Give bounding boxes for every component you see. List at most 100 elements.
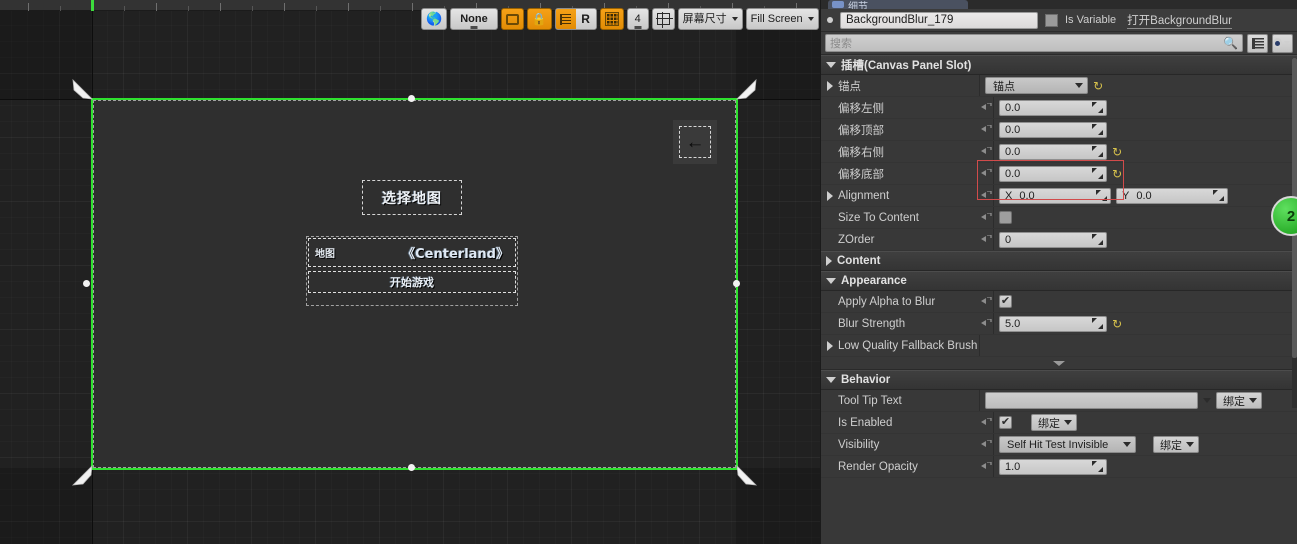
size-to-content-checkbox[interactable] [999, 211, 1012, 224]
bind-pin-icon[interactable] [979, 147, 993, 156]
anchor-handle-top-right[interactable] [736, 78, 758, 100]
render-opacity-value-cell[interactable]: 1.0 [993, 456, 1297, 477]
spinner-icon[interactable] [1092, 102, 1103, 113]
offset-bottom-value-cell[interactable]: 0.0 ↺ [993, 163, 1297, 184]
is-enabled-checkbox[interactable]: ✔ [999, 416, 1012, 429]
screen-size-dropdown[interactable]: 屏幕尺寸 [677, 8, 743, 30]
offset-right-value-cell[interactable]: 0.0 ↺ [993, 141, 1297, 162]
view-options-list-button[interactable] [1247, 33, 1268, 53]
alignment-x-input[interactable]: X 0.0 [999, 187, 1111, 204]
bind-pin-icon[interactable] [979, 125, 993, 134]
prop-row-offset-right[interactable]: 偏移右侧 0.0 ↺ [821, 141, 1297, 163]
details-panel[interactable]: 细节 BackgroundBlur_179 Is Variable 打开Back… [820, 0, 1297, 544]
chevron-right-icon[interactable] [827, 190, 833, 201]
bind-pin-icon[interactable] [979, 462, 993, 471]
open-widget-link[interactable]: 打开BackgroundBlur [1127, 12, 1232, 29]
search-input[interactable]: 搜索 🔍 [825, 34, 1243, 52]
fill-toggle-button[interactable] [500, 8, 524, 30]
prop-row-render-opacity[interactable]: Render Opacity 1.0 [821, 456, 1297, 478]
bind-pin-icon[interactable] [979, 440, 993, 449]
section-collapse-arrow[interactable] [821, 357, 1297, 370]
fill-screen-dropdown[interactable]: Fill Screen [745, 8, 819, 30]
anchors-value-cell[interactable]: 锚点 ↺ [979, 75, 1297, 96]
resize-handle-bottom-center[interactable] [408, 464, 415, 471]
prop-row-is-enabled[interactable]: Is Enabled ✔ 绑定 [821, 412, 1297, 434]
zorder-value-cell[interactable]: 0 [993, 229, 1297, 250]
bind-pin-icon[interactable] [979, 169, 993, 178]
prop-row-low-quality-brush[interactable]: Low Quality Fallback Brush [821, 335, 1297, 357]
section-header-behavior[interactable]: Behavior [821, 370, 1297, 390]
visibility-dropdown[interactable]: Self Hit Test Invisible [999, 436, 1136, 453]
chevron-right-icon[interactable] [827, 340, 833, 351]
prop-row-offset-top[interactable]: 偏移顶部 0.0 [821, 119, 1297, 141]
widget-map-row[interactable]: 地图 《Centerland》 [308, 238, 516, 267]
text-wrap-toggle-group[interactable]: R [554, 8, 597, 30]
alignment-y-input[interactable]: Y 0.0 [1116, 187, 1228, 204]
offset-left-input[interactable]: 0.0 [999, 99, 1107, 116]
details-search-row[interactable]: 搜索 🔍 [821, 32, 1297, 55]
details-tab-strip[interactable]: 细节 [821, 0, 1297, 9]
chevron-down-icon[interactable] [1203, 398, 1211, 403]
spinner-icon[interactable] [1092, 146, 1103, 157]
is-enabled-value-cell[interactable]: ✔ 绑定 [993, 412, 1297, 433]
bind-pin-icon[interactable] [979, 235, 993, 244]
spinner-icon[interactable] [1213, 190, 1224, 201]
bind-pin-icon[interactable] [979, 191, 993, 200]
zorder-input[interactable]: 0 [999, 231, 1107, 248]
tab-details[interactable]: 细节 [828, 0, 968, 9]
reset-offset-bottom-button[interactable]: ↺ [1112, 167, 1122, 181]
visibility-value-cell[interactable]: Self Hit Test Invisible 绑定 [993, 434, 1297, 455]
bind-pin-icon[interactable] [979, 297, 993, 306]
prop-row-blur-strength[interactable]: Blur Strength 5.0 ↺ [821, 313, 1297, 335]
blur-strength-value-cell[interactable]: 5.0 ↺ [993, 313, 1297, 334]
viewport-toolbar[interactable]: 🌎 None 🔒 R 4 屏幕尺寸 Fill Screen [421, 7, 819, 31]
spinner-icon[interactable] [1092, 234, 1103, 245]
section-header-content[interactable]: Content [821, 251, 1297, 271]
prop-row-alignment[interactable]: Alignment X 0.0 Y 0.0 [821, 185, 1297, 207]
offset-bottom-input[interactable]: 0.0 [999, 165, 1107, 182]
reset-offset-right-button[interactable]: ↺ [1112, 145, 1122, 159]
bind-pin-icon[interactable] [979, 319, 993, 328]
apply-alpha-value-cell[interactable]: ✔ [993, 291, 1297, 312]
bind-pin-icon[interactable] [979, 418, 993, 427]
section-header-slot[interactable]: 插槽(Canvas Panel Slot) [821, 55, 1297, 75]
spinner-icon[interactable] [1092, 318, 1103, 329]
preview-none-button[interactable]: None [450, 8, 498, 30]
localization-preview-button[interactable]: 🌎 [421, 8, 448, 30]
anchor-handle-top-left[interactable] [71, 78, 93, 100]
spinner-icon[interactable] [1092, 168, 1103, 179]
designer-viewport[interactable]: 选择地图 地图 《Centerland》 开始游戏 ← 🌎 None 🔒 R 4… [0, 0, 820, 544]
apply-alpha-checkbox[interactable]: ✔ [999, 295, 1012, 308]
spinner-icon[interactable] [1096, 190, 1107, 201]
size-to-content-value-cell[interactable] [993, 207, 1297, 228]
section-header-appearance[interactable]: Appearance [821, 271, 1297, 291]
tooltip-text-input[interactable] [985, 392, 1198, 409]
widget-start-button[interactable]: 开始游戏 [308, 271, 516, 293]
prop-row-zorder[interactable]: ZOrder 0 [821, 229, 1297, 251]
prop-row-offset-bottom[interactable]: 偏移底部 0.0 ↺ [821, 163, 1297, 185]
tooltip-value-cell[interactable]: 绑定 [979, 390, 1297, 411]
resize-handle-top-center[interactable] [408, 95, 415, 102]
resize-handle-left-center[interactable] [83, 280, 90, 287]
bind-pin-icon[interactable] [979, 213, 993, 222]
prop-row-tooltip-text[interactable]: Tool Tip Text 绑定 [821, 390, 1297, 412]
offset-left-value-cell[interactable]: 0.0 [993, 97, 1297, 118]
is-variable-checkbox[interactable] [1045, 13, 1058, 27]
spinner-icon[interactable] [1092, 461, 1103, 472]
anchors-dropdown[interactable]: 锚点 [985, 77, 1088, 94]
prop-row-visibility[interactable]: Visibility Self Hit Test Invisible 绑定 [821, 434, 1297, 456]
offset-top-input[interactable]: 0.0 [999, 121, 1107, 138]
widget-title-block[interactable]: 选择地图 [362, 180, 462, 215]
prop-row-apply-alpha[interactable]: Apply Alpha to Blur ✔ [821, 291, 1297, 313]
grid-snap-button[interactable] [599, 8, 624, 30]
bind-pin-icon[interactable] [979, 103, 993, 112]
chevron-right-icon[interactable] [827, 80, 833, 91]
reset-anchors-button[interactable]: ↺ [1093, 79, 1103, 93]
rtl-toggle-label[interactable]: R [575, 9, 596, 29]
visibility-filter-dropdown[interactable] [1272, 33, 1293, 53]
prop-row-anchors[interactable]: 锚点 锚点 ↺ [821, 75, 1297, 97]
visibility-bind-button[interactable]: 绑定 [1153, 436, 1199, 453]
render-opacity-input[interactable]: 1.0 [999, 458, 1107, 475]
tooltip-bind-button[interactable]: 绑定 [1216, 392, 1262, 409]
widget-back-button[interactable]: ← [673, 120, 717, 164]
